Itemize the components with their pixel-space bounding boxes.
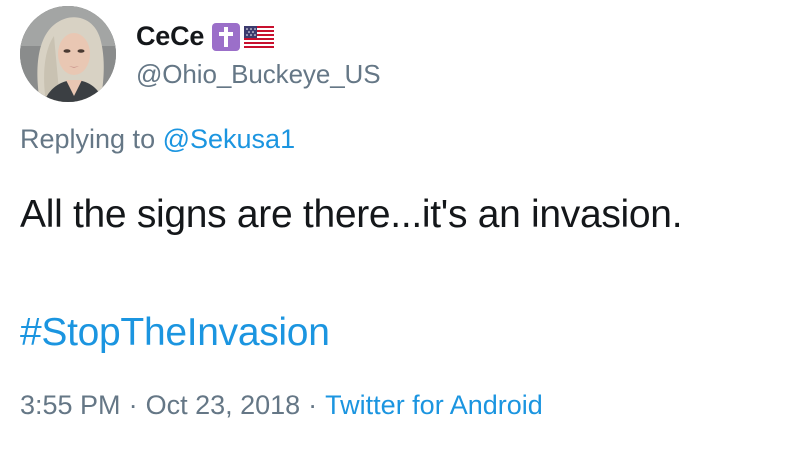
replying-to: Replying to @Sekusa1 [20, 124, 295, 155]
display-name[interactable]: CeCe [136, 21, 204, 52]
replying-to-label: Replying to [20, 124, 156, 154]
meta-separator: · [308, 390, 318, 420]
tweet-time[interactable]: 3:55 PM [20, 390, 121, 420]
avatar-image [20, 6, 116, 102]
meta-separator: · [128, 390, 138, 420]
latin-cross-emoji-icon [212, 22, 241, 51]
tweet-meta: 3:55 PM · Oct 23, 2018 · Twitter for Android [20, 390, 543, 421]
tweet-header: CeCe @Ohio_Buckeye_US [20, 6, 381, 102]
tweet-source-link[interactable]: Twitter for Android [325, 390, 543, 420]
avatar[interactable] [20, 6, 116, 102]
hashtag-link[interactable]: #StopTheInvasion [20, 304, 330, 362]
display-name-row: CeCe [136, 19, 380, 55]
tweet-card: CeCe @Ohio_Buckeye_US Replying to @Sekus… [0, 0, 806, 450]
author-names: CeCe @Ohio_Buckeye_US [136, 19, 381, 90]
reply-to-handle-link[interactable]: @Sekusa1 [163, 124, 295, 154]
tweet-date[interactable]: Oct 23, 2018 [146, 390, 301, 420]
tweet-text: All the signs are there...it's an invasi… [20, 193, 683, 236]
us-flag-emoji-icon [244, 25, 275, 48]
author-handle[interactable]: @Ohio_Buckeye_US [136, 59, 381, 90]
